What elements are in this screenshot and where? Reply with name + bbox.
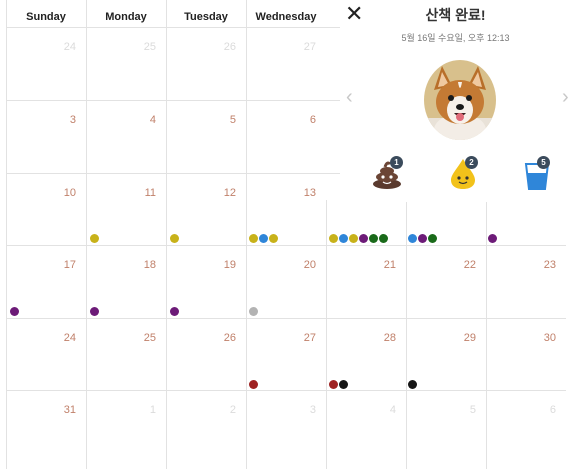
day-number[interactable]: 26 (206, 332, 236, 344)
day-number[interactable]: 18 (126, 259, 156, 271)
grid-line (6, 173, 346, 174)
activity-dot[interactable] (379, 234, 388, 243)
chevron-left-icon[interactable]: ‹ (346, 86, 353, 109)
activity-dot[interactable] (269, 234, 278, 243)
activity-dot[interactable] (359, 234, 368, 243)
grid-line (6, 0, 7, 469)
activity-dot[interactable] (170, 307, 179, 316)
day-number[interactable]: 11 (126, 187, 156, 199)
day-number[interactable]: 25 (126, 41, 156, 53)
day-number[interactable]: 27 (286, 41, 316, 53)
grid-line (6, 318, 566, 319)
activity-dot[interactable] (408, 380, 417, 389)
day-number[interactable]: 19 (206, 259, 236, 271)
day-number[interactable]: 4 (126, 114, 156, 126)
day-number[interactable]: 5 (206, 114, 236, 126)
weekday-monday: Monday (105, 11, 147, 23)
day-number[interactable]: 30 (526, 332, 556, 344)
day-number[interactable]: 29 (446, 332, 476, 344)
walk-detail-panel: ✕ 산책 완료! 5월 16일 수요일, 오후 12:13 ‹ › 1 2 5 (340, 0, 571, 202)
detail-date: 5월 16일 수요일, 오후 12:13 (401, 33, 510, 43)
activity-dot[interactable] (329, 380, 338, 389)
grid-line (246, 0, 247, 469)
grid-line (166, 0, 167, 469)
day-number[interactable]: 24 (46, 332, 76, 344)
day-number[interactable]: 10 (46, 187, 76, 199)
day-number[interactable]: 3 (286, 404, 316, 416)
grid-line (406, 200, 407, 469)
activity-dot[interactable] (90, 307, 99, 316)
activity-dot[interactable] (488, 234, 497, 243)
day-number[interactable]: 31 (46, 404, 76, 416)
day-number[interactable]: 25 (126, 332, 156, 344)
activity-dot[interactable] (259, 234, 268, 243)
activity-dot[interactable] (249, 234, 258, 243)
pee-count-badge: 2 (465, 156, 478, 169)
grid-line (486, 200, 487, 469)
grid-line (6, 100, 346, 101)
activity-dot[interactable] (249, 307, 258, 316)
day-number[interactable]: 13 (286, 187, 316, 199)
day-number[interactable]: 2 (206, 404, 236, 416)
day-number[interactable]: 24 (46, 41, 76, 53)
grid-line (6, 27, 346, 28)
grid-line (326, 200, 327, 469)
activity-dot[interactable] (10, 307, 19, 316)
chevron-right-icon[interactable]: › (562, 86, 569, 109)
day-number[interactable]: 22 (446, 259, 476, 271)
weekday-tuesday: Tuesday (184, 11, 228, 23)
poop-count-badge: 1 (390, 156, 403, 169)
activity-dot[interactable] (90, 234, 99, 243)
day-number[interactable]: 26 (206, 41, 236, 53)
grid-line (86, 0, 87, 469)
activity-dot[interactable] (339, 234, 348, 243)
activity-dot[interactable] (408, 234, 417, 243)
day-number[interactable]: 3 (46, 114, 76, 126)
water-count-badge: 5 (537, 156, 550, 169)
grid-line (6, 390, 566, 391)
activity-dot[interactable] (339, 380, 348, 389)
detail-title: 산책 완료! (425, 7, 486, 23)
day-number[interactable]: 1 (126, 404, 156, 416)
day-number[interactable]: 12 (206, 187, 236, 199)
day-number[interactable]: 21 (366, 259, 396, 271)
day-number[interactable]: 6 (286, 114, 316, 126)
day-number[interactable]: 4 (366, 404, 396, 416)
day-number[interactable]: 23 (526, 259, 556, 271)
day-number[interactable]: 27 (286, 332, 316, 344)
day-number[interactable]: 5 (446, 404, 476, 416)
day-number[interactable]: 17 (46, 259, 76, 271)
activity-dot[interactable] (418, 234, 427, 243)
day-number[interactable]: 6 (526, 404, 556, 416)
day-number[interactable]: 20 (286, 259, 316, 271)
activity-dot[interactable] (329, 234, 338, 243)
weekday-sunday: Sunday (26, 11, 66, 23)
activity-dot[interactable] (428, 234, 437, 243)
grid-line (6, 245, 566, 246)
dog-avatar (424, 60, 496, 140)
weekday-wednesday: Wednesday (255, 11, 317, 23)
activity-dot[interactable] (349, 234, 358, 243)
activity-dot[interactable] (369, 234, 378, 243)
day-number[interactable]: 28 (366, 332, 396, 344)
activity-dot[interactable] (170, 234, 179, 243)
activity-dot[interactable] (249, 380, 258, 389)
